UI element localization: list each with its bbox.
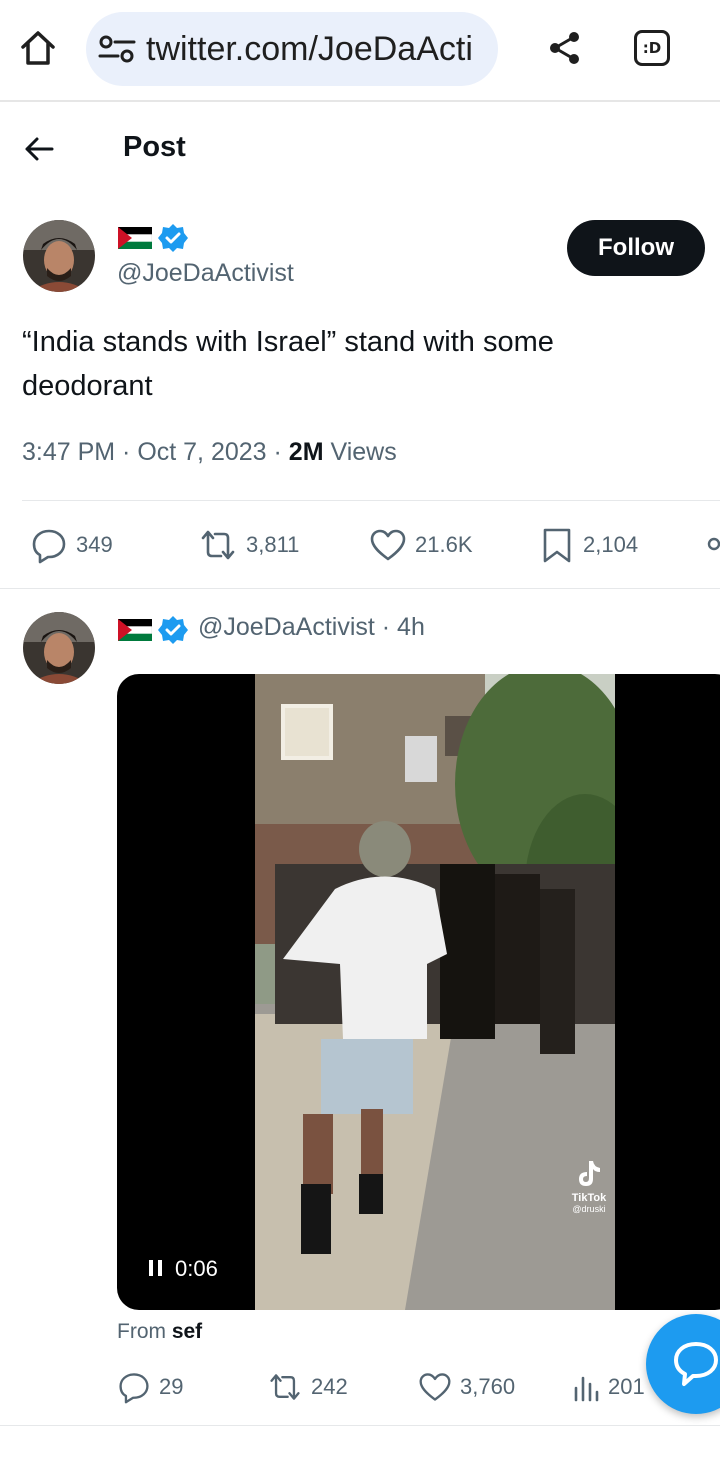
video-player[interactable]: TikTok @druski 0:06 xyxy=(117,674,720,1310)
from-label: From xyxy=(117,1320,172,1343)
address-bar[interactable]: twitter.com/JoeDaActi xyxy=(86,12,498,86)
bookmark-count: 2,104 xyxy=(583,532,639,557)
bookmark-button[interactable]: 2,104 xyxy=(539,525,638,565)
reply-icon xyxy=(119,1373,149,1404)
avatar[interactable] xyxy=(23,612,95,684)
avatar[interactable] xyxy=(23,220,95,292)
repost-icon xyxy=(201,530,235,560)
pause-icon[interactable] xyxy=(147,1258,165,1278)
follow-button[interactable]: Follow xyxy=(567,220,705,276)
url-text[interactable]: twitter.com/JoeDaActi xyxy=(146,30,486,68)
share-tweet-icon[interactable] xyxy=(706,537,720,551)
tweet-meta: 3:47 PM · Oct 7, 2023 · 2M Views xyxy=(22,438,397,467)
from-attribution: From sef xyxy=(117,1320,202,1344)
reply-author-handle[interactable]: @JoeDaActivist xyxy=(198,613,375,641)
video-frame xyxy=(255,674,615,1310)
bookmark-icon xyxy=(543,528,571,563)
repost-icon xyxy=(270,1374,300,1400)
reply-button[interactable]: 349 xyxy=(30,525,113,565)
back-arrow-icon[interactable] xyxy=(22,132,56,166)
repost-button[interactable]: 3,811 xyxy=(198,525,299,565)
repost-count: 242 xyxy=(311,1374,348,1399)
separator: · xyxy=(374,613,398,641)
home-icon[interactable] xyxy=(18,28,58,68)
like-button[interactable]: 21.6K xyxy=(369,525,473,565)
tune-icon[interactable] xyxy=(98,34,136,64)
like-count: 21.6K xyxy=(415,532,473,557)
like-count: 3,760 xyxy=(460,1374,516,1399)
reply-age[interactable]: 4h xyxy=(397,613,425,641)
video-controls: 0:06 xyxy=(147,1256,218,1282)
tabs-icon[interactable]: :D xyxy=(634,30,670,66)
author-handle[interactable]: @JoeDaActivist xyxy=(117,259,294,288)
tweet-text: “India stands with Israel” stand with so… xyxy=(22,326,554,402)
from-user[interactable]: sef xyxy=(172,1320,202,1343)
post-header: Post xyxy=(0,104,720,194)
reply-count: 349 xyxy=(76,532,113,557)
page-title: Post xyxy=(123,131,186,163)
views-count: 2M xyxy=(288,438,324,466)
chat-icon xyxy=(674,1342,718,1386)
share-icon[interactable] xyxy=(545,28,585,68)
video-timestamp: 0:06 xyxy=(175,1256,218,1281)
flag-icon xyxy=(118,619,152,641)
repost-count: 3,811 xyxy=(246,532,300,557)
compose-fab[interactable] xyxy=(646,1314,720,1414)
views-icon xyxy=(574,1376,599,1402)
like-button[interactable]: 3,760 xyxy=(418,1367,515,1407)
flag-icon xyxy=(118,227,152,249)
repost-button[interactable]: 242 xyxy=(267,1367,348,1407)
verified-badge-icon xyxy=(158,616,188,644)
divider xyxy=(0,1425,720,1426)
tiktok-user: @druski xyxy=(572,1204,606,1214)
tiktok-label: TikTok xyxy=(571,1192,607,1204)
reply-button[interactable]: 29 xyxy=(117,1367,183,1407)
like-icon xyxy=(419,1373,451,1401)
divider xyxy=(0,588,720,589)
views-label: Views xyxy=(323,438,397,466)
divider xyxy=(22,500,720,501)
tweet-timestamp[interactable]: 3:47 PM · Oct 7, 2023 · xyxy=(22,438,289,466)
tiktok-icon xyxy=(579,1161,600,1186)
views-button[interactable]: 201 xyxy=(572,1367,645,1407)
browser-toolbar: twitter.com/JoeDaActi :D xyxy=(0,0,720,102)
reply-author-line: @JoeDaActivist · 4h xyxy=(198,613,425,642)
tiktok-watermark: TikTok @druski xyxy=(567,1159,611,1214)
verified-badge-icon xyxy=(158,224,188,252)
like-icon xyxy=(370,529,406,561)
reply-icon xyxy=(32,529,66,564)
reply-count: 29 xyxy=(159,1374,184,1399)
views-count: 201 xyxy=(608,1374,645,1399)
